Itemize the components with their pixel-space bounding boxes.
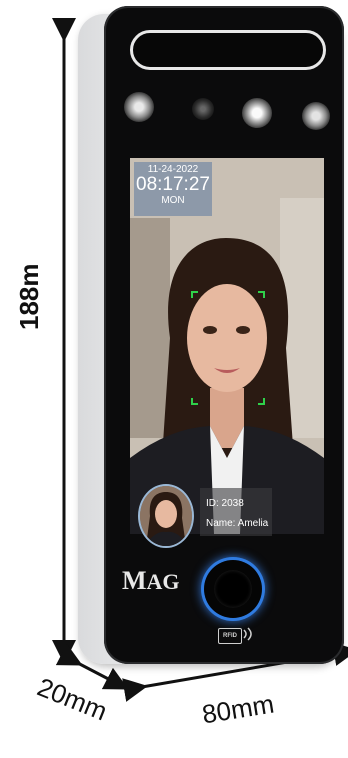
recognized-face-thumbnail: [138, 484, 194, 548]
clock-widget: 11-24-2022 08:17:27 MON: [134, 162, 212, 216]
infrared-light-bar: [130, 30, 326, 70]
camera-lens-small: [192, 98, 214, 120]
weekday-text: MON: [161, 195, 185, 206]
logo-first-letter: M: [122, 566, 147, 595]
recognition-info-panel: ID: 2038 Name: Amelia: [200, 488, 272, 536]
logo-rest: AG: [146, 569, 180, 594]
camera-lens-main: [242, 98, 272, 128]
rfid-badge: RFID: [218, 628, 242, 644]
sensor-lens-left: [124, 92, 154, 122]
time-text: 08:17:27: [136, 174, 210, 195]
sensor-lens-right: [302, 102, 330, 130]
person-id-text: ID: 2038: [206, 498, 244, 509]
fingerprint-sensor[interactable]: [214, 570, 252, 608]
rfid-wave-icon: [243, 627, 252, 641]
brand-logo: MAG: [122, 566, 180, 596]
height-label: 188m: [14, 263, 44, 331]
person-name-text: Name: Amelia: [206, 518, 269, 529]
